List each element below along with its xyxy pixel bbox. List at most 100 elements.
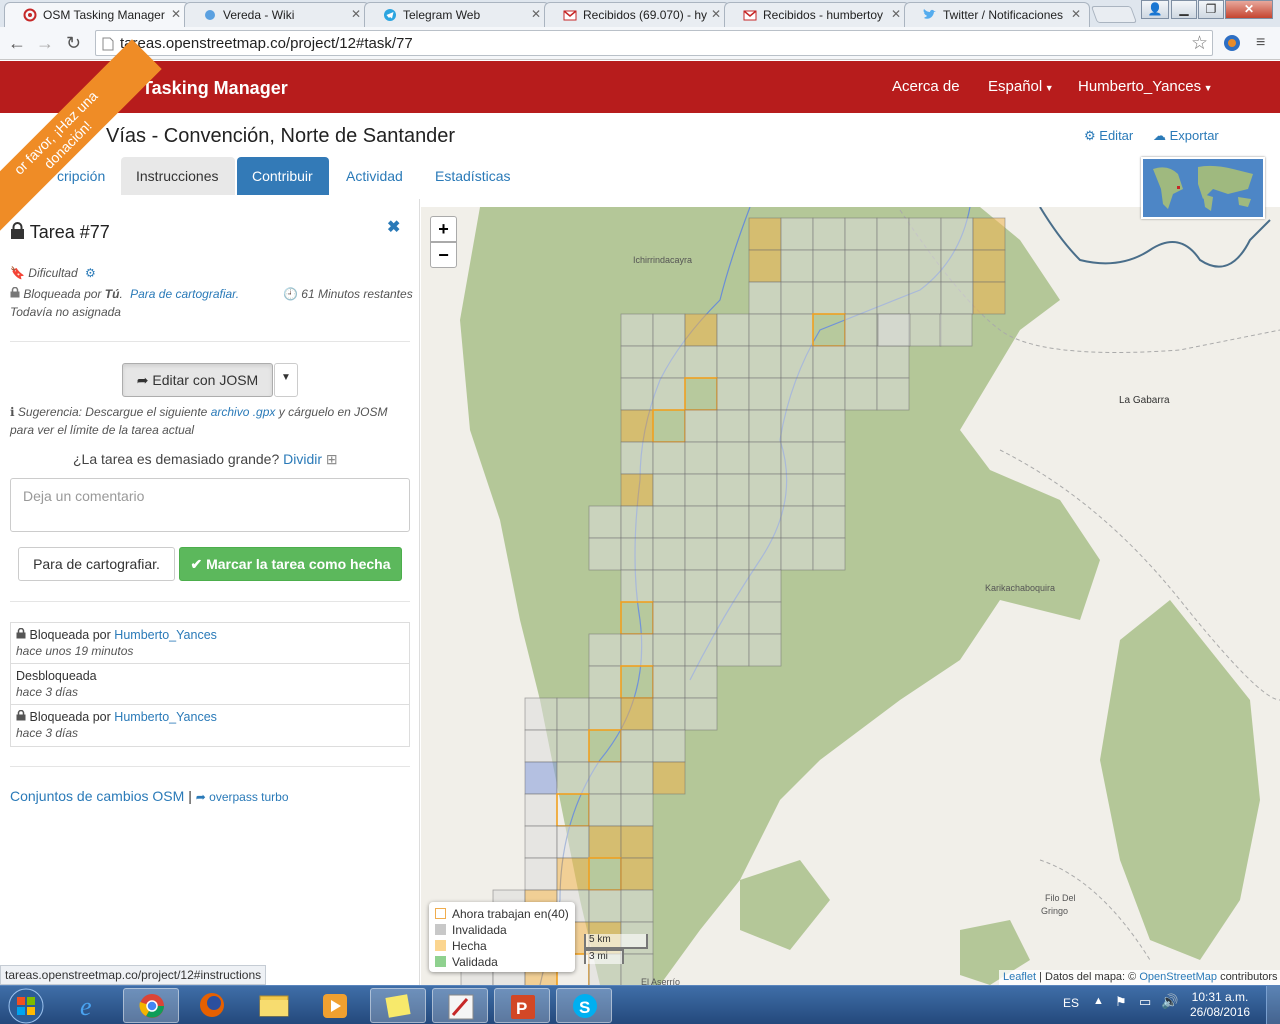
history-user-link[interactable]: Humberto_Yances bbox=[114, 710, 217, 724]
tab-instrucciones[interactable]: Instrucciones bbox=[121, 157, 235, 195]
task-cell[interactable] bbox=[588, 825, 622, 859]
gpx-download-link[interactable]: archivo .gpx bbox=[211, 405, 276, 419]
task-cell[interactable] bbox=[876, 377, 910, 411]
task-cell[interactable] bbox=[748, 601, 782, 635]
task-cell[interactable] bbox=[716, 441, 750, 475]
task-cell[interactable] bbox=[812, 217, 846, 251]
task-cell[interactable] bbox=[780, 281, 814, 315]
task-cell[interactable] bbox=[940, 217, 974, 251]
task-cell[interactable] bbox=[812, 345, 846, 379]
task-cell[interactable] bbox=[620, 761, 654, 795]
task-cell[interactable] bbox=[684, 601, 718, 635]
task-cell[interactable] bbox=[620, 889, 654, 923]
user-profile-icon[interactable]: 👤 bbox=[1141, 0, 1169, 19]
task-cell[interactable] bbox=[780, 537, 814, 571]
action-center-flag-icon[interactable]: ⚑ bbox=[1115, 994, 1127, 1010]
task-cell[interactable] bbox=[716, 537, 750, 571]
task-cell[interactable] bbox=[716, 377, 750, 411]
task-cell[interactable] bbox=[620, 793, 654, 827]
task-cell[interactable] bbox=[972, 217, 1006, 251]
task-cell[interactable] bbox=[844, 345, 878, 379]
comment-textarea[interactable]: Deja un comentario bbox=[10, 478, 410, 532]
task-cell[interactable] bbox=[684, 665, 718, 699]
task-cell[interactable] bbox=[876, 281, 910, 315]
task-cell[interactable] bbox=[812, 409, 846, 443]
task-cell[interactable] bbox=[620, 537, 654, 571]
edit-with-josm-button[interactable]: ➦ Editar con JOSM bbox=[122, 363, 273, 397]
task-cell[interactable] bbox=[620, 409, 654, 443]
task-map[interactable]: Ichirrindacayra La Gabarra Karikachaboqu… bbox=[421, 207, 1280, 985]
mark-as-done-button[interactable]: ✔ Marcar la tarea como hecha bbox=[179, 547, 402, 581]
task-cell[interactable] bbox=[652, 441, 686, 475]
overpass-turbo-link[interactable]: ➦ overpass turbo bbox=[196, 790, 289, 804]
task-cell[interactable] bbox=[652, 601, 686, 635]
bookmark-star-icon[interactable]: ☆ bbox=[1191, 32, 1208, 55]
close-window-button[interactable]: ✕ bbox=[1225, 0, 1273, 19]
paint-icon[interactable] bbox=[432, 988, 488, 1023]
task-cell[interactable] bbox=[620, 665, 654, 699]
task-cell[interactable] bbox=[716, 505, 750, 539]
task-cell[interactable] bbox=[588, 889, 622, 923]
forward-arrow-icon[interactable]: → bbox=[36, 33, 54, 53]
task-cell[interactable] bbox=[748, 313, 782, 347]
task-cell[interactable] bbox=[652, 505, 686, 539]
windows-start-icon[interactable] bbox=[6, 988, 46, 1024]
task-cell[interactable] bbox=[652, 569, 686, 603]
menu-icon[interactable]: ≡ bbox=[1256, 34, 1265, 52]
task-cell[interactable] bbox=[748, 249, 782, 283]
task-cell[interactable] bbox=[620, 825, 654, 859]
task-cell[interactable] bbox=[780, 409, 814, 443]
task-cell[interactable] bbox=[524, 793, 558, 827]
skype-icon[interactable]: S bbox=[556, 988, 612, 1023]
task-cell[interactable] bbox=[812, 441, 846, 475]
tab-gmail-1[interactable]: Recibidos (69.070) - hy ✕ bbox=[544, 2, 730, 27]
close-icon[interactable]: ✕ bbox=[891, 7, 901, 21]
tab-gmail-2[interactable]: Recibidos - humbertoy ✕ bbox=[724, 2, 910, 27]
task-cell[interactable] bbox=[556, 825, 590, 859]
tab-contribuir[interactable]: Contribuir bbox=[237, 157, 329, 195]
show-hidden-icons[interactable]: ▲ bbox=[1093, 995, 1104, 1007]
extension-icon[interactable] bbox=[1222, 33, 1242, 53]
history-user-link[interactable]: Humberto_Yances bbox=[114, 628, 217, 642]
task-cell[interactable] bbox=[876, 217, 910, 251]
tab-twitter[interactable]: Twitter / Notificaciones ✕ bbox=[904, 2, 1090, 27]
task-cell[interactable] bbox=[652, 665, 686, 699]
media-player-icon[interactable] bbox=[307, 988, 363, 1023]
task-cell[interactable] bbox=[588, 729, 622, 763]
close-icon[interactable]: ✕ bbox=[171, 7, 181, 21]
task-cell[interactable] bbox=[780, 345, 814, 379]
task-cell[interactable] bbox=[556, 729, 590, 763]
task-cell[interactable] bbox=[652, 537, 686, 571]
task-cell[interactable] bbox=[876, 249, 910, 283]
file-explorer-icon[interactable] bbox=[246, 988, 302, 1023]
task-cell[interactable] bbox=[684, 537, 718, 571]
task-cell[interactable] bbox=[620, 377, 654, 411]
nav-language-dropdown[interactable]: Español ▼ bbox=[988, 78, 1054, 95]
task-cell[interactable] bbox=[844, 313, 878, 347]
task-cell[interactable] bbox=[684, 441, 718, 475]
task-cell[interactable] bbox=[748, 217, 782, 251]
task-cell[interactable] bbox=[620, 601, 654, 635]
stop-mapping-button[interactable]: Para de cartografiar. bbox=[18, 547, 175, 581]
tab-telegram[interactable]: Telegram Web ✕ bbox=[364, 2, 550, 27]
powerpoint-icon[interactable]: P bbox=[494, 988, 550, 1023]
task-cell[interactable] bbox=[748, 569, 782, 603]
task-cell[interactable] bbox=[684, 569, 718, 603]
task-cell[interactable] bbox=[684, 313, 718, 347]
leaflet-link[interactable]: Leaflet bbox=[1003, 971, 1036, 983]
nav-about-link[interactable]: Acerca de bbox=[892, 78, 960, 95]
export-project-link[interactable]: ☁ Exportar bbox=[1153, 128, 1219, 144]
task-cell[interactable] bbox=[748, 377, 782, 411]
task-cell[interactable] bbox=[620, 473, 654, 507]
task-cell[interactable] bbox=[684, 505, 718, 539]
close-icon[interactable]: ✖ bbox=[387, 217, 400, 237]
task-cell[interactable] bbox=[812, 537, 846, 571]
task-cell[interactable] bbox=[652, 761, 686, 795]
minimize-button[interactable]: ▁ bbox=[1171, 0, 1197, 19]
task-cell[interactable] bbox=[939, 313, 973, 347]
task-cell[interactable] bbox=[620, 505, 654, 539]
task-cell[interactable] bbox=[524, 761, 558, 795]
task-cell[interactable] bbox=[652, 313, 686, 347]
input-language[interactable]: ES bbox=[1063, 996, 1079, 1010]
task-cell[interactable] bbox=[748, 505, 782, 539]
